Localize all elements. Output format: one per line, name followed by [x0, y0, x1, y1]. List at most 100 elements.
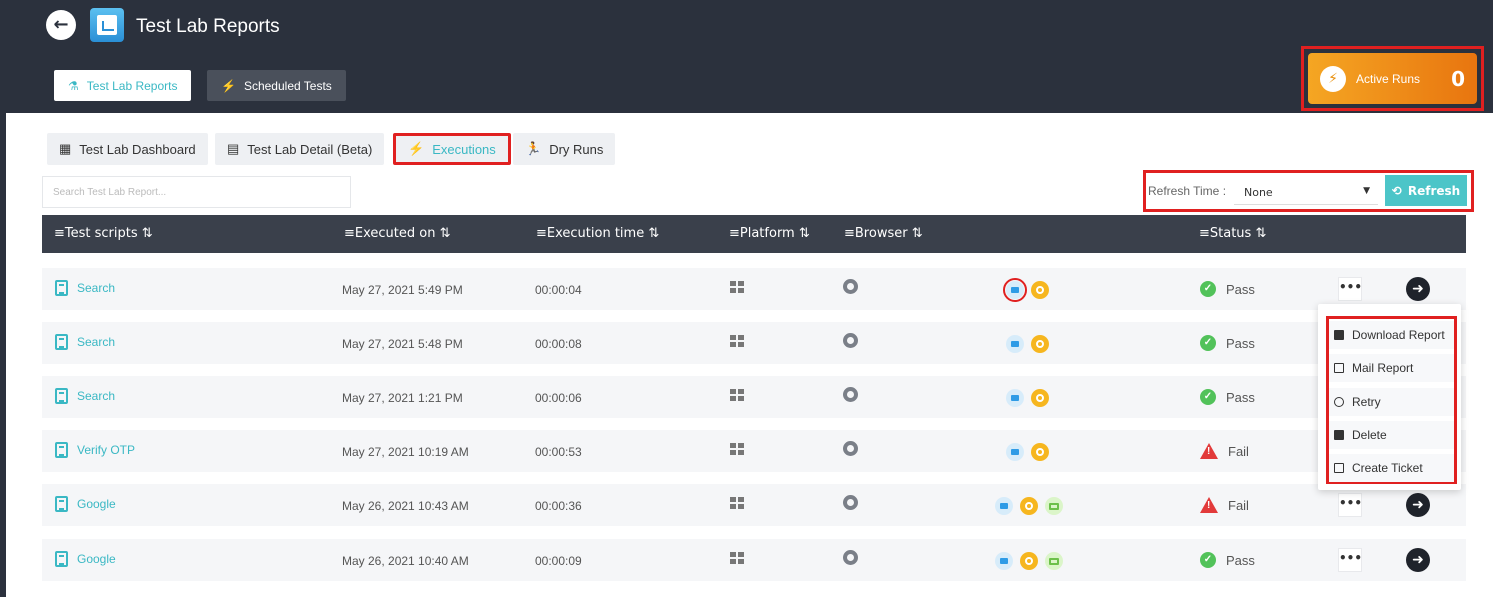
video-icon[interactable]	[995, 497, 1013, 515]
windows-icon	[730, 281, 744, 293]
active-runs-highlight: ⚡ Active Runs 0	[1301, 46, 1484, 111]
pass-icon: ✓	[1200, 335, 1216, 351]
col-executed-on[interactable]: ≡Executed on ⇅	[344, 226, 450, 241]
ticket-icon[interactable]	[1045, 497, 1063, 515]
menu-item-retry[interactable]: Retry	[1329, 388, 1454, 416]
ticket-icon	[1334, 463, 1344, 473]
more-actions-button[interactable]: •••	[1338, 277, 1362, 301]
refresh-controls: Refresh Time : None ▼ ⟲ Refresh	[1143, 170, 1474, 212]
executed-on: May 27, 2021 10:19 AM	[342, 445, 469, 459]
mail-icon	[1334, 363, 1344, 373]
script-link[interactable]: Search	[55, 334, 115, 350]
video-icon[interactable]	[1006, 389, 1024, 407]
tab-scheduled-tests[interactable]: ⚡ Scheduled Tests	[207, 70, 346, 101]
refresh-time-select[interactable]: None ▼	[1234, 179, 1378, 205]
media-links	[1006, 335, 1049, 353]
back-button[interactable]: ←	[46, 10, 76, 40]
execution-time: 00:00:06	[535, 391, 582, 405]
media-links	[995, 497, 1063, 515]
col-execution-time[interactable]: ≡Execution time ⇅	[536, 226, 659, 241]
tab-dry-runs[interactable]: 🏃 Dry Runs	[513, 133, 616, 165]
document-icon	[55, 551, 68, 567]
executed-on: May 27, 2021 5:48 PM	[342, 337, 463, 351]
active-runs-label: Active Runs	[1356, 71, 1421, 86]
video-icon[interactable]	[1006, 335, 1024, 353]
media-links	[995, 552, 1063, 570]
table-row: Search May 27, 2021 1:21 PM 00:00:06 ✓ Pa…	[42, 376, 1466, 418]
script-link[interactable]: Google	[55, 551, 116, 567]
active-runs-card[interactable]: ⚡ Active Runs 0	[1308, 53, 1477, 104]
chrome-icon	[843, 441, 858, 456]
refresh-button-label: Refresh	[1407, 183, 1461, 198]
status-badge: ✓ Pass	[1200, 552, 1255, 568]
status-badge: ! Fail	[1200, 443, 1249, 459]
refresh-button[interactable]: ⟲ Refresh	[1385, 175, 1467, 206]
script-link[interactable]: Google	[55, 496, 116, 512]
menu-item-download-report[interactable]: Download Report	[1329, 321, 1454, 349]
actions-menu-highlight: Download Report Mail Report Retry Delete…	[1326, 316, 1457, 484]
executed-on: May 26, 2021 10:43 AM	[342, 499, 469, 513]
menu-item-mail-report[interactable]: Mail Report	[1329, 354, 1454, 382]
menu-item-create-ticket[interactable]: Create Ticket	[1329, 454, 1454, 482]
table-row: Search May 27, 2021 5:48 PM 00:00:08 ✓ Pa…	[42, 322, 1466, 364]
refresh-icon: ⟲	[1391, 183, 1402, 198]
tab-label: Executions	[432, 141, 496, 157]
tab-executions[interactable]: ⚡ Executions	[393, 133, 511, 165]
tab-test-lab-dashboard[interactable]: ▦ Test Lab Dashboard	[47, 133, 208, 165]
media-links	[1006, 443, 1049, 461]
bolt-icon: ⚡	[408, 141, 425, 156]
tab-test-lab-reports[interactable]: ⚗ Test Lab Reports	[54, 70, 192, 101]
log-icon[interactable]	[1031, 389, 1049, 407]
media-links	[1003, 278, 1049, 302]
col-status[interactable]: ≡Status ⇅	[1199, 226, 1266, 241]
document-icon	[55, 280, 68, 296]
table-row: Google May 26, 2021 10:43 AM 00:00:36 ! F…	[42, 484, 1466, 526]
video-icon[interactable]	[1003, 278, 1027, 302]
menu-item-delete[interactable]: Delete	[1329, 421, 1454, 449]
active-runs-count: 0	[1451, 66, 1465, 91]
briefcase-icon	[1334, 330, 1344, 340]
open-report-button[interactable]: ➜	[1406, 493, 1430, 517]
media-links	[1006, 389, 1049, 407]
script-link[interactable]: Verify OTP	[55, 442, 135, 458]
actions-menu: Download Report Mail Report Retry Delete…	[1318, 304, 1461, 490]
table-row: Google May 26, 2021 10:40 AM 00:00:09 ✓ P…	[42, 539, 1466, 581]
script-link[interactable]: Search	[55, 388, 115, 404]
video-icon[interactable]	[1006, 443, 1024, 461]
more-actions-button[interactable]: •••	[1338, 493, 1362, 517]
open-report-button[interactable]: ➜	[1406, 277, 1430, 301]
col-browser[interactable]: ≡Browser ⇅	[844, 226, 923, 241]
bolt-icon: ⚡	[1320, 65, 1346, 92]
log-icon[interactable]	[1020, 497, 1038, 515]
windows-icon	[730, 497, 744, 509]
col-test-scripts[interactable]: ≡Test scripts ⇅	[54, 226, 153, 241]
script-link[interactable]: Search	[55, 280, 115, 296]
table-row: Search May 27, 2021 5:49 PM 00:00:04 ✓ Pa…	[42, 268, 1466, 310]
chrome-icon	[843, 387, 858, 402]
page-title: Test Lab Reports	[136, 16, 280, 37]
bolt-icon: ⚡	[221, 78, 236, 93]
tab-test-lab-detail[interactable]: ▤ Test Lab Detail (Beta)	[215, 133, 385, 165]
tab-label: Test Lab Dashboard	[79, 141, 196, 157]
document-icon	[55, 442, 68, 458]
video-icon[interactable]	[995, 552, 1013, 570]
log-icon[interactable]	[1031, 443, 1049, 461]
pass-icon: ✓	[1200, 281, 1216, 297]
log-icon[interactable]	[1020, 552, 1038, 570]
retry-icon	[1334, 397, 1344, 407]
more-actions-button[interactable]: •••	[1338, 548, 1362, 572]
log-icon[interactable]	[1031, 335, 1049, 353]
ticket-icon[interactable]	[1045, 552, 1063, 570]
log-icon[interactable]	[1031, 281, 1049, 299]
list-icon: ▤	[227, 141, 240, 156]
chrome-icon	[843, 495, 858, 510]
reports-app-icon	[90, 8, 124, 42]
execution-time: 00:00:08	[535, 337, 582, 351]
open-report-button[interactable]: ➜	[1406, 548, 1430, 572]
dashboard-icon: ▦	[59, 141, 72, 156]
col-platform[interactable]: ≡Platform ⇅	[729, 226, 810, 241]
chrome-icon	[843, 550, 858, 565]
chrome-icon	[843, 333, 858, 348]
windows-icon	[730, 443, 744, 455]
search-input[interactable]: Search Test Lab Report...	[42, 176, 351, 208]
